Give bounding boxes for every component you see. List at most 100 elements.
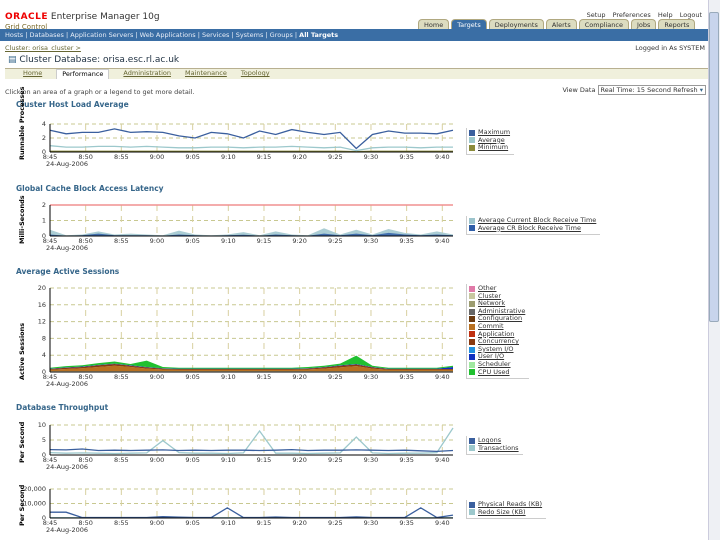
x-tick-label: 9:30 <box>364 373 379 381</box>
subtab-home[interactable]: Home <box>23 69 42 79</box>
x-tick-label: 9:25 <box>328 519 343 527</box>
x-tick-label: 9:15 <box>257 519 272 527</box>
x-tick-label: 9:30 <box>364 456 379 464</box>
y-tick-label: 10,000 <box>23 500 46 508</box>
legend-swatch <box>469 130 475 136</box>
nav-web-applications[interactable]: Web Applications <box>140 31 196 39</box>
x-tick-label: 9:10 <box>221 237 236 245</box>
x-tick-label: 9:40 <box>435 456 450 464</box>
x-date-label: 24-Aug-2006 <box>46 244 88 252</box>
x-tick-label: 9:10 <box>221 456 236 464</box>
chart-plot[interactable]: 0481216208:458:508:559:009:059:109:159:2… <box>0 282 460 396</box>
subtab-performance[interactable]: Performance <box>56 69 109 79</box>
legend-swatch <box>469 218 475 224</box>
y-tick-label: 10 <box>38 421 46 429</box>
y-tick-label: 20,000 <box>23 485 46 493</box>
chart-plot[interactable]: 010,00020,0008:458:508:559:009:059:109:1… <box>0 483 460 542</box>
chart-legend: Average Current Block Receive TimeAverag… <box>466 216 600 235</box>
subtab-maintenance[interactable]: Maintenance <box>185 69 227 79</box>
legend-label[interactable]: CPU Used <box>478 369 510 377</box>
x-tick-label: 9:40 <box>435 519 450 527</box>
nav-hosts[interactable]: Hosts <box>5 31 23 39</box>
x-tick-label: 9:35 <box>399 456 414 464</box>
x-tick-label: 9:25 <box>328 237 343 245</box>
chart-plot[interactable]: 0128:458:508:559:009:059:109:159:209:259… <box>0 199 460 260</box>
x-tick-label: 9:20 <box>292 456 307 464</box>
legend-item[interactable]: Minimum <box>469 144 510 152</box>
chart-title: Database Throughput <box>16 403 108 412</box>
legend-swatch <box>469 145 475 151</box>
nav-databases[interactable]: Databases <box>30 31 64 39</box>
x-tick-label: 9:05 <box>185 519 200 527</box>
x-tick-label: 9:30 <box>364 153 379 161</box>
series-line <box>50 146 453 151</box>
subtab-topology[interactable]: Topology <box>241 69 270 79</box>
scrollbar-thumb[interactable] <box>709 12 719 322</box>
x-tick-label: 9:40 <box>435 373 450 381</box>
x-tick-label: 9:15 <box>257 373 272 381</box>
series-line <box>50 129 453 149</box>
chevron-down-icon: ▾ <box>700 86 703 94</box>
chart-legend: LogonsTransactions <box>466 436 523 455</box>
legend-item[interactable]: CPU Used <box>469 369 525 377</box>
legend-label[interactable]: Average CR Block Receive Time <box>478 225 581 233</box>
y-tick-label: 2 <box>42 201 46 209</box>
legend-swatch <box>469 286 475 292</box>
x-tick-label: 9:40 <box>435 237 450 245</box>
legend-swatch <box>469 331 475 337</box>
subtab-administration[interactable]: Administration <box>123 69 171 79</box>
database-icon: ▤ <box>8 55 17 65</box>
x-tick-label: 9:35 <box>399 373 414 381</box>
x-tick-label: 9:25 <box>328 373 343 381</box>
nav-application-servers[interactable]: Application Servers <box>70 31 133 39</box>
legend-swatch <box>469 509 475 515</box>
x-tick-label: 9:00 <box>150 237 165 245</box>
x-tick-label: 9:25 <box>328 456 343 464</box>
nav-services[interactable]: Services <box>202 31 229 39</box>
nav-systems[interactable]: Systems <box>236 31 264 39</box>
legend-label[interactable]: Minimum <box>478 144 508 152</box>
x-date-label: 24-Aug-2006 <box>46 160 88 168</box>
legend-swatch <box>469 354 475 360</box>
global-links[interactable]: Setup Preferences Help Logout <box>587 11 702 19</box>
y-tick-label: 20 <box>38 284 46 292</box>
legend-swatch <box>469 362 475 368</box>
x-tick-label: 9:20 <box>292 153 307 161</box>
legend-swatch <box>469 347 475 353</box>
nav-all-targets[interactable]: All Targets <box>299 31 338 39</box>
chart-legend: Physical Reads (KB)Redo Size (KB) <box>466 500 546 519</box>
x-tick-label: 8:55 <box>114 519 129 527</box>
breadcrumb[interactable]: Cluster: orisa_cluster > <box>5 44 81 52</box>
legend-item[interactable]: Transactions <box>469 445 519 453</box>
chart-plot[interactable]: 0248:458:508:559:009:059:109:159:209:259… <box>0 118 460 176</box>
x-tick-label: 9:05 <box>185 237 200 245</box>
x-tick-label: 8:55 <box>114 237 129 245</box>
x-tick-label: 9:00 <box>150 153 165 161</box>
x-tick-label: 9:25 <box>328 153 343 161</box>
legend-item[interactable]: Redo Size (KB) <box>469 509 542 517</box>
legend-label[interactable]: Transactions <box>478 445 519 453</box>
x-tick-label: 9:35 <box>399 153 414 161</box>
y-tick-label: 12 <box>38 318 46 326</box>
chart-title: Average Active Sessions <box>16 267 119 276</box>
targets-nav: Hosts | Databases | Application Servers … <box>0 29 708 41</box>
legend-swatch <box>469 445 475 451</box>
legend-swatch <box>469 369 475 375</box>
chart-legend: MaximumAverageMinimum <box>466 128 514 155</box>
instruction-text: Click on an area of a graph or a legend … <box>5 88 195 96</box>
nav-groups[interactable]: Groups <box>270 31 293 39</box>
x-tick-label: 9:35 <box>399 519 414 527</box>
x-tick-label: 9:10 <box>221 153 236 161</box>
chart-plot[interactable]: 05108:458:508:559:009:059:109:159:209:25… <box>0 419 460 479</box>
x-date-label: 24-Aug-2006 <box>46 526 88 534</box>
legend-item[interactable]: Average CR Block Receive Time <box>469 225 596 233</box>
x-tick-label: 8:55 <box>114 373 129 381</box>
legend-swatch <box>469 324 475 330</box>
x-tick-label: 9:30 <box>364 237 379 245</box>
legend-swatch <box>469 137 475 143</box>
y-tick-label: 8 <box>42 334 46 342</box>
legend-swatch <box>469 502 475 508</box>
view-data-select[interactable]: Real Time: 15 Second Refresh ▾ <box>598 85 706 95</box>
logged-in-label: Logged in As SYSTEM <box>635 44 705 52</box>
legend-label[interactable]: Redo Size (KB) <box>478 509 526 517</box>
